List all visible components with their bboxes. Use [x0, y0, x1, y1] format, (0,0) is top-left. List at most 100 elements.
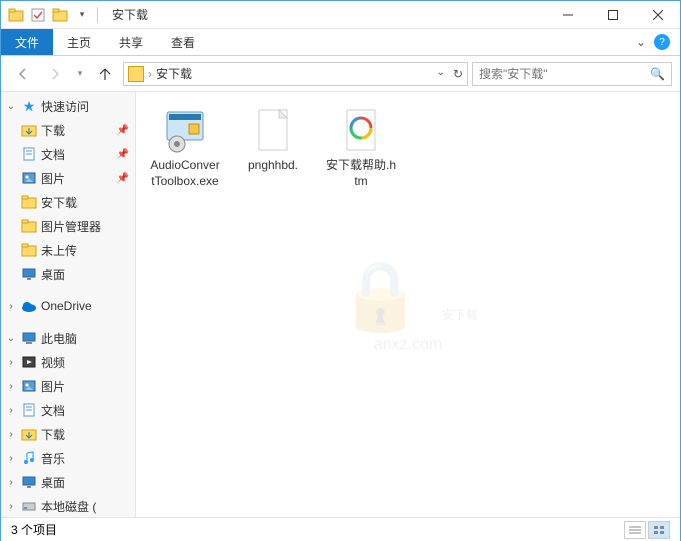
tree-label: 下载	[41, 426, 65, 443]
tree-label: 此电脑	[41, 330, 77, 347]
tree-this-pc[interactable]: ⌄ 此电脑	[1, 326, 135, 350]
file-item[interactable]: AudioConvertToolbox.exe	[146, 102, 224, 193]
caret-icon[interactable]: ⌄	[5, 101, 17, 112]
disk-icon	[21, 498, 37, 514]
nav-up-button[interactable]	[91, 60, 119, 88]
picture-icon	[21, 378, 37, 394]
sidebar-item[interactable]: 图片 📌	[1, 166, 135, 190]
tree-onedrive[interactable]: › OneDrive	[1, 294, 135, 318]
caret-icon[interactable]: ›	[5, 405, 17, 416]
tree-label: 桌面	[41, 474, 65, 491]
window-controls	[545, 1, 680, 29]
search-icon[interactable]: 🔍	[650, 67, 665, 81]
caret-icon[interactable]: ›	[5, 357, 17, 368]
sidebar-item[interactable]: 文档📌	[1, 142, 135, 166]
tree-label: 文档	[41, 402, 65, 419]
watermark-url: anxz.com	[338, 336, 478, 354]
search-input[interactable]	[479, 67, 650, 81]
address-dropdown-icon[interactable]: ⌄	[437, 67, 445, 81]
help-icon[interactable]: ?	[654, 34, 670, 50]
window-title: 安下载	[112, 6, 148, 23]
navbar: ▾ › 安下载 ⌄ ↻ 🔍	[1, 56, 680, 92]
tree-label: 文档	[41, 146, 65, 163]
sidebar-item[interactable]: 下载 📌	[1, 118, 135, 142]
ribbon-file-tab[interactable]: 文件	[1, 29, 53, 55]
tree-label: 图片	[41, 378, 65, 395]
search-box[interactable]: 🔍	[472, 62, 672, 86]
folder-icon	[21, 218, 37, 234]
qat-dropdown-icon[interactable]: ▾	[73, 6, 91, 24]
music-icon	[21, 450, 37, 466]
tree-label: 图片	[41, 170, 65, 187]
navigation-pane[interactable]: ⌄ ★ 快速访问 下载 📌 文档📌 图片 📌 安下载图片管理器未上传桌面 › OneDri…	[1, 92, 136, 517]
maximize-button[interactable]	[590, 1, 635, 29]
download-icon	[21, 122, 37, 138]
address-separator-icon: ›	[148, 67, 152, 81]
pc-icon	[21, 330, 37, 346]
tree-label: OneDrive	[41, 299, 92, 313]
tree-label: 快速访问	[41, 98, 89, 115]
sidebar-item[interactable]: › 本地磁盘 (	[1, 494, 135, 517]
tree-label: 未上传	[41, 242, 77, 259]
sidebar-item[interactable]: 桌面	[1, 262, 135, 286]
minimize-button[interactable]	[545, 1, 590, 29]
file-item[interactable]: pnghhbd.	[234, 102, 312, 193]
ribbon-tab-share[interactable]: 共享	[105, 29, 157, 55]
close-button[interactable]	[635, 1, 680, 29]
status-item-count: 3 个项目	[11, 521, 57, 538]
tree-label: 音乐	[41, 450, 65, 467]
document-icon	[21, 402, 37, 418]
sidebar-item[interactable]: 安下载	[1, 190, 135, 214]
caret-icon[interactable]: ⌄	[5, 333, 17, 344]
caret-icon[interactable]: ›	[5, 429, 17, 440]
picture-icon	[21, 170, 37, 186]
tree-quick-access[interactable]: ⌄ ★ 快速访问	[1, 94, 135, 118]
view-details-button[interactable]	[624, 521, 646, 539]
address-refresh-icon[interactable]: ↻	[453, 67, 463, 81]
watermark: 🔒 安下载 anxz.com	[338, 256, 478, 354]
sidebar-item[interactable]: 图片管理器	[1, 214, 135, 238]
caret-icon[interactable]: ›	[5, 381, 17, 392]
caret-icon[interactable]: ›	[5, 453, 17, 464]
tree-label: 安下载	[41, 194, 77, 211]
tree-label: 下载	[41, 122, 65, 139]
nav-recent-dropdown[interactable]: ▾	[73, 60, 87, 88]
address-path[interactable]: 安下载	[156, 65, 437, 82]
nav-back-button[interactable]	[9, 60, 37, 88]
folder-qat-icon-2[interactable]	[51, 6, 69, 24]
ribbon-tab-view[interactable]: 查看	[157, 29, 209, 55]
tree-label: 桌面	[41, 266, 65, 283]
titlebar: ▾ 安下载	[1, 1, 680, 29]
tree-label: 本地磁盘 (	[41, 498, 96, 515]
sidebar-item[interactable]: ›视频	[1, 350, 135, 374]
properties-qat-icon[interactable]	[29, 6, 47, 24]
file-type-icon	[249, 106, 297, 154]
file-item[interactable]: 安下载帮助.htm	[322, 102, 400, 193]
watermark-logo-icon: 🔒 安下载	[338, 256, 478, 336]
ribbon-expand-icon[interactable]: ⌄	[636, 35, 646, 49]
folder-qat-icon[interactable]	[7, 6, 25, 24]
pin-icon: 📌	[117, 125, 129, 136]
tree-label: 图片管理器	[41, 218, 101, 235]
ribbon-tab-home[interactable]: 主页	[53, 29, 105, 55]
nav-forward-button[interactable]	[41, 60, 69, 88]
file-type-icon	[161, 106, 209, 154]
sidebar-item[interactable]: › 音乐	[1, 446, 135, 470]
content-area: ⌄ ★ 快速访问 下载 📌 文档📌 图片 📌 安下载图片管理器未上传桌面 › OneDri…	[1, 92, 680, 517]
sidebar-item[interactable]: › 文档	[1, 398, 135, 422]
sidebar-item[interactable]: › 桌面	[1, 470, 135, 494]
sidebar-item[interactable]: › 下载	[1, 422, 135, 446]
file-name: AudioConvertToolbox.exe	[150, 158, 220, 189]
sidebar-item[interactable]: › 图片	[1, 374, 135, 398]
file-list-area[interactable]: 🔒 安下载 anxz.com AudioConvertToolbox.exe pn…	[136, 92, 680, 517]
folder-icon	[21, 194, 37, 210]
download-icon	[21, 426, 37, 442]
file-name: 安下载帮助.htm	[326, 158, 396, 189]
caret-icon[interactable]: ›	[5, 501, 17, 512]
address-bar[interactable]: › 安下载 ⌄ ↻	[123, 62, 468, 86]
sidebar-item[interactable]: 未上传	[1, 238, 135, 262]
caret-icon[interactable]: ›	[5, 301, 17, 312]
caret-icon[interactable]: ›	[5, 477, 17, 488]
pin-icon: 📌	[117, 173, 129, 184]
view-icons-button[interactable]	[648, 521, 670, 539]
